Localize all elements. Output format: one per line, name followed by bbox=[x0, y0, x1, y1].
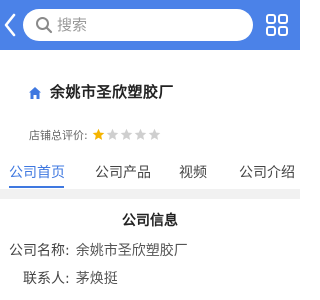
search-box[interactable] bbox=[23, 9, 253, 41]
star-empty-icon bbox=[106, 126, 119, 140]
info-label: 联系人: bbox=[23, 271, 70, 287]
rating-label: 店铺总评价: bbox=[29, 129, 88, 142]
info-value: 余姚市圣欣塑胶厂 bbox=[75, 243, 188, 259]
info-value: 茅焕挺 bbox=[75, 271, 118, 287]
star-empty-icon bbox=[120, 126, 133, 140]
menu-grid-icon[interactable] bbox=[264, 12, 290, 38]
tab-products[interactable]: 公司产品 bbox=[95, 162, 151, 182]
info-label: 公司名称: bbox=[9, 243, 70, 259]
home-icon bbox=[28, 85, 42, 99]
star-empty-icon bbox=[148, 126, 161, 140]
info-row-company-name: 公司名称: 余姚市圣欣塑胶厂 bbox=[9, 240, 188, 260]
company-header: 余姚市圣欣塑胶厂 店铺总评价: bbox=[0, 50, 300, 154]
info-title: 公司信息 bbox=[122, 213, 178, 229]
tab-video[interactable]: 视频 bbox=[179, 162, 207, 182]
tab-home[interactable]: 公司首页 bbox=[9, 162, 65, 182]
back-icon[interactable] bbox=[3, 12, 17, 38]
star-filled-icon bbox=[92, 126, 105, 140]
rating-stars bbox=[92, 126, 161, 140]
tab-company-intro[interactable]: 公司介绍 bbox=[239, 162, 295, 182]
tab-bar: 公司首页 公司产品 视频 公司介绍 bbox=[0, 154, 300, 186]
top-bar bbox=[0, 0, 300, 50]
info-row-contact: 联系人: 茅焕挺 bbox=[23, 268, 118, 288]
star-empty-icon bbox=[134, 126, 147, 140]
active-tab-indicator bbox=[9, 186, 64, 188]
company-name: 余姚市圣欣塑胶厂 bbox=[50, 83, 175, 101]
search-icon bbox=[35, 16, 53, 34]
section-divider bbox=[0, 189, 300, 199]
search-input[interactable] bbox=[57, 9, 237, 41]
